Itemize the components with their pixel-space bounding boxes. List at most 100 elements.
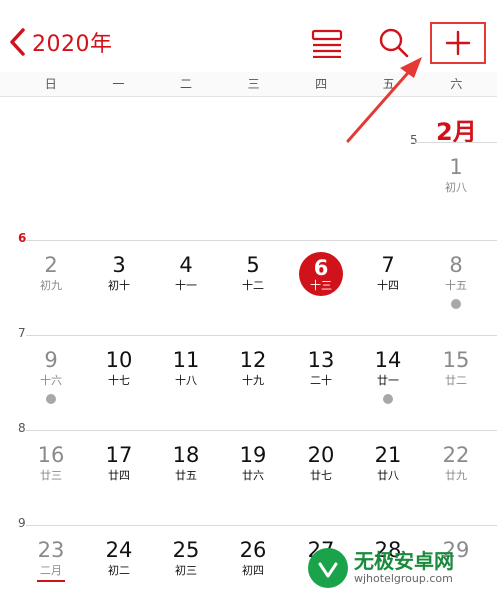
lunar-date: 廿九 [445, 469, 467, 482]
calendar-day[interactable]: 12 十九 [223, 347, 283, 388]
event-dot [46, 394, 56, 404]
lunar-date: 初八 [445, 181, 467, 194]
lunar-date: 十六 [40, 374, 62, 387]
day-number: 6 [313, 255, 329, 280]
day-number: 26 [239, 538, 267, 562]
calendar-day[interactable]: 17 廿四 [89, 442, 149, 483]
day-number: 19 [239, 443, 267, 467]
calendar-day[interactable]: 3 初十 [89, 252, 149, 293]
list-view-icon [311, 29, 343, 58]
calendar-day[interactable]: 14 廿一 [358, 347, 418, 404]
week-number: 6 [18, 231, 27, 245]
day-number: 22 [442, 443, 470, 467]
event-dot [383, 394, 393, 404]
android-logo-icon [308, 548, 348, 588]
search-button[interactable] [374, 24, 414, 62]
week-number: 7 [18, 326, 26, 340]
day-number: 5 [246, 253, 260, 277]
day-number: 17 [105, 443, 133, 467]
calendar-day[interactable]: 11 十八 [156, 347, 216, 388]
lunar-date: 十一 [175, 279, 197, 292]
weekday-header: 日 一 二 三 四 五 六 [0, 72, 497, 97]
lunar-date: 初九 [40, 279, 62, 292]
calendar-day[interactable]: 1 初八 [426, 154, 486, 195]
day-number: 25 [172, 538, 200, 562]
week-number: 9 [18, 516, 26, 530]
lunar-date: 十五 [445, 279, 467, 292]
weekday-mon: 一 [112, 77, 125, 91]
list-view-button[interactable] [307, 24, 347, 62]
day-number: 7 [381, 253, 395, 277]
day-number: 20 [307, 443, 335, 467]
day-number: 2 [44, 253, 58, 277]
day-number: 24 [105, 538, 133, 562]
weekday-fri: 五 [382, 77, 395, 91]
week-separator [26, 525, 497, 526]
lunar-date: 廿五 [175, 469, 197, 482]
day-number: 15 [442, 348, 470, 372]
day-number: 13 [307, 348, 335, 372]
back-button[interactable]: 2020年 [8, 26, 113, 58]
calendar-day-today[interactable]: 6 十三 [291, 252, 351, 296]
weekday-gutter [0, 72, 17, 96]
lunar-date: 十二 [242, 279, 264, 292]
calendar-day[interactable]: 7 十四 [358, 252, 418, 293]
year-label: 2020年 [32, 32, 113, 57]
calendar-day[interactable]: 9 十六 [21, 347, 81, 404]
top-bar: 2020年 [0, 0, 497, 72]
calendar-day[interactable]: 5 十二 [223, 252, 283, 293]
lunar-date: 初二 [108, 564, 130, 577]
calendar-day[interactable]: 21 廿八 [358, 442, 418, 483]
search-icon [379, 28, 409, 58]
day-number: 10 [105, 348, 133, 372]
weekday-sun: 日 [44, 77, 57, 91]
plus-icon [445, 30, 471, 56]
calendar-day[interactable]: 20 廿七 [291, 442, 351, 483]
watermark-url: wjhotelgroup.com [354, 572, 453, 585]
calendar-day[interactable]: 18 廿五 [156, 442, 216, 483]
calendar-day[interactable]: 8 十五 [426, 252, 486, 309]
month-start-underline [37, 580, 65, 582]
weekday-tue: 二 [179, 77, 192, 91]
day-number: 21 [374, 443, 402, 467]
week-number: 5 [410, 133, 418, 147]
watermark-title: 无极安卓网 [354, 549, 454, 573]
calendar-day[interactable]: 10 十七 [89, 347, 149, 388]
week-number: 8 [18, 421, 26, 435]
day-number: 9 [44, 348, 58, 372]
calendar-day[interactable]: 15 廿二 [426, 347, 486, 388]
chevron-left-icon [10, 28, 25, 56]
watermark: 无极安卓网 wjhotelgroup.com [308, 548, 454, 588]
day-number: 8 [449, 253, 463, 277]
day-number: 23 [37, 538, 65, 562]
weekday-sat: 六 [450, 77, 463, 91]
calendar-day[interactable]: 19 廿六 [223, 442, 283, 483]
day-number: 4 [179, 253, 193, 277]
day-number: 16 [37, 443, 65, 467]
lunar-date: 初十 [108, 279, 130, 292]
day-number: 12 [239, 348, 267, 372]
calendar-day[interactable]: 23 二月 [21, 537, 81, 582]
day-number: 18 [172, 443, 200, 467]
lunar-date: 廿四 [108, 469, 130, 482]
calendar-day[interactable]: 2 初九 [21, 252, 81, 293]
calendar-day[interactable]: 16 廿三 [21, 442, 81, 483]
calendar-day[interactable]: 24 初二 [89, 537, 149, 578]
today-marker: 6 十三 [299, 252, 343, 296]
week-separator [26, 335, 497, 336]
day-number: 1 [449, 155, 463, 179]
calendar-day[interactable]: 25 初三 [156, 537, 216, 578]
lunar-date: 廿三 [40, 469, 62, 482]
calendar-day[interactable]: 26 初四 [223, 537, 283, 578]
lunar-date: 十九 [242, 374, 264, 387]
lunar-date: 初四 [242, 564, 264, 577]
calendar-day[interactable]: 4 十一 [156, 252, 216, 293]
calendar-day[interactable]: 13 二十 [291, 347, 351, 388]
add-event-button[interactable] [430, 22, 486, 64]
lunar-date: 十八 [175, 374, 197, 387]
day-number: 3 [112, 253, 126, 277]
week-separator [26, 240, 497, 241]
lunar-date: 二月 [40, 564, 62, 577]
calendar-day[interactable]: 22 廿九 [426, 442, 486, 483]
lunar-date: 廿六 [242, 469, 264, 482]
